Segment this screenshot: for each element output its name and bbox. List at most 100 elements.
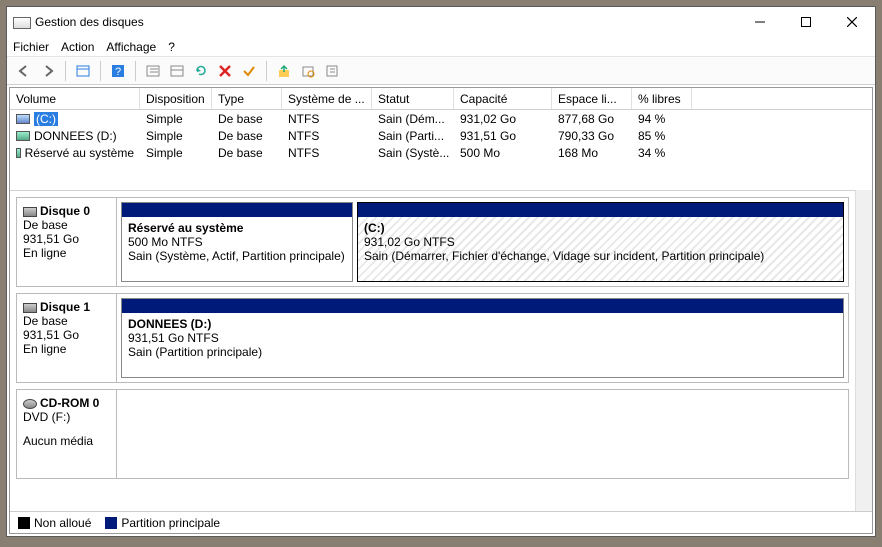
partition-size: 931,02 Go NTFS xyxy=(364,235,837,249)
disk-size: 931,51 Go xyxy=(23,328,110,342)
main-content: Volume Disposition Type Système de ... S… xyxy=(9,87,873,534)
disk-info: Disque 0 De base 931,51 Go En ligne xyxy=(17,198,117,286)
disk-status: En ligne xyxy=(23,342,110,356)
volume-status: Sain (Dém... xyxy=(372,110,454,127)
partition[interactable]: Réservé au système 500 Mo NTFS Sain (Sys… xyxy=(121,202,353,282)
col-filesystem[interactable]: Système de ... xyxy=(282,88,372,109)
svg-text:?: ? xyxy=(115,66,121,78)
partition-name: (C:) xyxy=(364,221,837,235)
partition-size: 500 Mo NTFS xyxy=(128,235,346,249)
partition-name: DONNEES (D:) xyxy=(128,317,837,331)
back-button[interactable] xyxy=(13,60,35,82)
help-button[interactable]: ? xyxy=(107,60,129,82)
volume-pct: 94 % xyxy=(632,110,692,127)
toolbar-separator xyxy=(266,61,267,81)
toolbar-separator xyxy=(100,61,101,81)
disk-size: 931,51 Go xyxy=(23,232,110,246)
volume-pct: 85 % xyxy=(632,127,692,144)
disk-row[interactable]: CD-ROM 0 DVD (F:) Aucun média xyxy=(16,389,849,479)
toolbar-button-a[interactable] xyxy=(273,60,295,82)
menu-action[interactable]: Action xyxy=(61,40,94,54)
column-headers: Volume Disposition Type Système de ... S… xyxy=(10,88,872,110)
toolbar-button-detail[interactable] xyxy=(166,60,188,82)
disk-type: DVD (F:) xyxy=(23,410,110,424)
volume-disposition: Simple xyxy=(140,127,212,144)
partition[interactable]: DONNEES (D:) 931,51 Go NTFS Sain (Partit… xyxy=(121,298,844,378)
drive-icon xyxy=(16,131,30,141)
col-status[interactable]: Statut xyxy=(372,88,454,109)
volume-type: De base xyxy=(212,127,282,144)
partition[interactable]: (C:) 931,02 Go NTFS Sain (Démarrer, Fich… xyxy=(357,202,844,282)
maximize-button[interactable] xyxy=(783,7,829,37)
volume-type: De base xyxy=(212,144,282,161)
partition-status: Sain (Partition principale) xyxy=(128,345,837,359)
toolbar-button-c[interactable] xyxy=(321,60,343,82)
disk-row[interactable]: Disque 0 De base 931,51 Go En ligne Rése… xyxy=(16,197,849,287)
menu-help[interactable]: ? xyxy=(168,40,175,54)
volume-name: (C:) xyxy=(34,112,58,126)
volume-rows: (C:) Simple De base NTFS Sain (Dém... 93… xyxy=(10,110,872,190)
volume-name: Réservé au système xyxy=(25,146,134,160)
scrollbar[interactable] xyxy=(855,190,872,511)
col-type[interactable]: Type xyxy=(212,88,282,109)
disk-icon xyxy=(23,303,37,313)
volume-status: Sain (Parti... xyxy=(372,127,454,144)
disk-title: Disque 0 xyxy=(40,204,90,218)
col-percent[interactable]: % libres xyxy=(632,88,692,109)
volume-row[interactable]: Réservé au système Simple De base NTFS S… xyxy=(10,144,872,161)
forward-button[interactable] xyxy=(37,60,59,82)
menu-affichage[interactable]: Affichage xyxy=(106,40,156,54)
disk-type: De base xyxy=(23,218,110,232)
window-title: Gestion des disques xyxy=(35,15,737,29)
volume-disposition: Simple xyxy=(140,144,212,161)
toolbar: ? xyxy=(7,57,875,85)
col-freespace[interactable]: Espace li... xyxy=(552,88,632,109)
disk-info: Disque 1 De base 931,51 Go En ligne xyxy=(17,294,117,382)
toolbar-separator xyxy=(65,61,66,81)
volume-capacity: 931,02 Go xyxy=(454,110,552,127)
cdrom-icon xyxy=(23,399,37,409)
volume-list: Volume Disposition Type Système de ... S… xyxy=(10,88,872,190)
disk-status: Aucun média xyxy=(23,434,110,448)
partition-name: Réservé au système xyxy=(128,221,346,235)
toolbar-separator xyxy=(135,61,136,81)
app-icon xyxy=(13,15,29,29)
delete-button[interactable] xyxy=(214,60,236,82)
volume-free: 168 Mo xyxy=(552,144,632,161)
partition-size: 931,51 Go NTFS xyxy=(128,331,837,345)
toolbar-button-list[interactable] xyxy=(142,60,164,82)
volume-row[interactable]: (C:) Simple De base NTFS Sain (Dém... 93… xyxy=(10,110,872,127)
partition-header xyxy=(122,299,843,313)
partition-header xyxy=(122,203,352,217)
volume-capacity: 500 Mo xyxy=(454,144,552,161)
volume-fs: NTFS xyxy=(282,144,372,161)
partition-header xyxy=(358,203,843,217)
disk-graphical-view: Disque 0 De base 931,51 Go En ligne Rése… xyxy=(10,190,855,511)
legend-unallocated-icon xyxy=(18,517,30,529)
toolbar-button-b[interactable] xyxy=(297,60,319,82)
drive-icon xyxy=(16,114,30,124)
partition-status: Sain (Système, Actif, Partition principa… xyxy=(128,249,346,263)
minimize-button[interactable] xyxy=(737,7,783,37)
col-disposition[interactable]: Disposition xyxy=(140,88,212,109)
volume-disposition: Simple xyxy=(140,110,212,127)
col-volume[interactable]: Volume xyxy=(10,88,140,109)
menu-fichier[interactable]: Fichier xyxy=(13,40,49,54)
refresh-button[interactable] xyxy=(190,60,212,82)
disk-info: CD-ROM 0 DVD (F:) Aucun média xyxy=(17,390,117,478)
check-button[interactable] xyxy=(238,60,260,82)
volume-row[interactable]: DONNEES (D:) Simple De base NTFS Sain (P… xyxy=(10,127,872,144)
menu-bar: Fichier Action Affichage ? xyxy=(7,37,875,57)
disk-row[interactable]: Disque 1 De base 931,51 Go En ligne DONN… xyxy=(16,293,849,383)
drive-icon xyxy=(16,148,21,158)
close-button[interactable] xyxy=(829,7,875,37)
volume-free: 877,68 Go xyxy=(552,110,632,127)
col-capacity[interactable]: Capacité xyxy=(454,88,552,109)
volume-pct: 34 % xyxy=(632,144,692,161)
toolbar-button-view[interactable] xyxy=(72,60,94,82)
volume-status: Sain (Systè... xyxy=(372,144,454,161)
volume-fs: NTFS xyxy=(282,127,372,144)
partition-status: Sain (Démarrer, Fichier d'échange, Vidag… xyxy=(364,249,837,263)
disk-title: Disque 1 xyxy=(40,300,90,314)
volume-capacity: 931,51 Go xyxy=(454,127,552,144)
